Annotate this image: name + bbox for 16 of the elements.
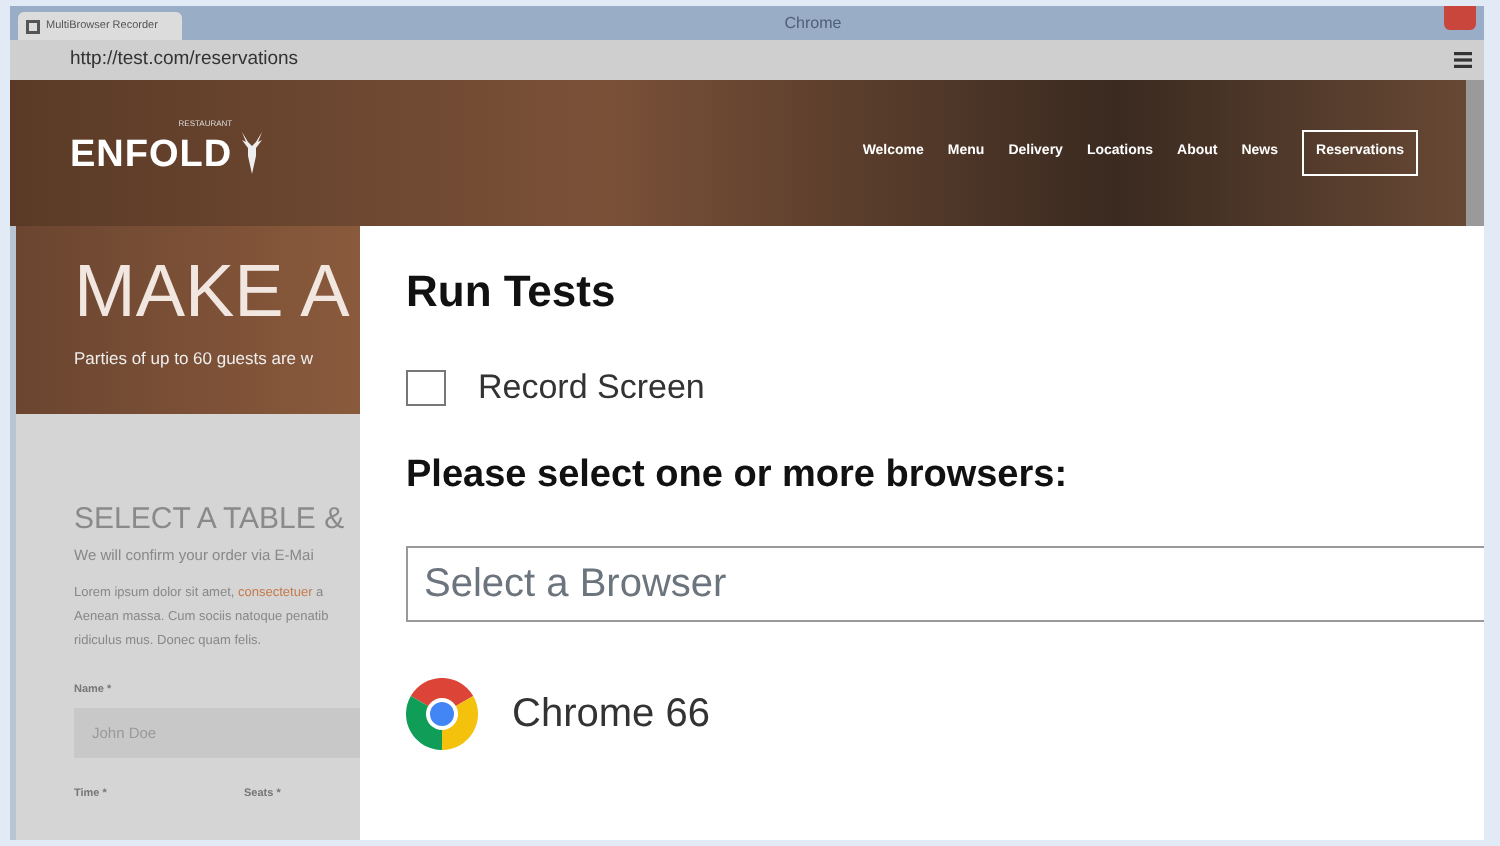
menu-icon[interactable] <box>1454 52 1472 68</box>
scrollbar[interactable] <box>1466 80 1484 226</box>
checkbox-label: Record Screen <box>478 366 705 411</box>
hero-subtitle: Parties of up to 60 guests are w <box>74 346 316 372</box>
section-title: SELECT A TABLE & <box>74 500 347 540</box>
browser-select[interactable]: Select a Browser <box>406 546 1484 623</box>
dialog-title: Run Tests <box>406 266 618 319</box>
window-title: Chrome <box>782 11 844 35</box>
prompt-text: Please select one or more browsers: <box>406 451 1070 500</box>
site-logo[interactable]: ENFOLD <box>70 128 233 186</box>
hero-title: MAKE A <box>74 254 352 328</box>
url-text[interactable]: http://test.com/reservations <box>70 45 1454 75</box>
chrome-icon <box>406 678 478 751</box>
browser-name[interactable]: Chrome 66 <box>512 684 710 745</box>
checkbox[interactable] <box>406 370 446 407</box>
app-icon <box>26 19 40 33</box>
